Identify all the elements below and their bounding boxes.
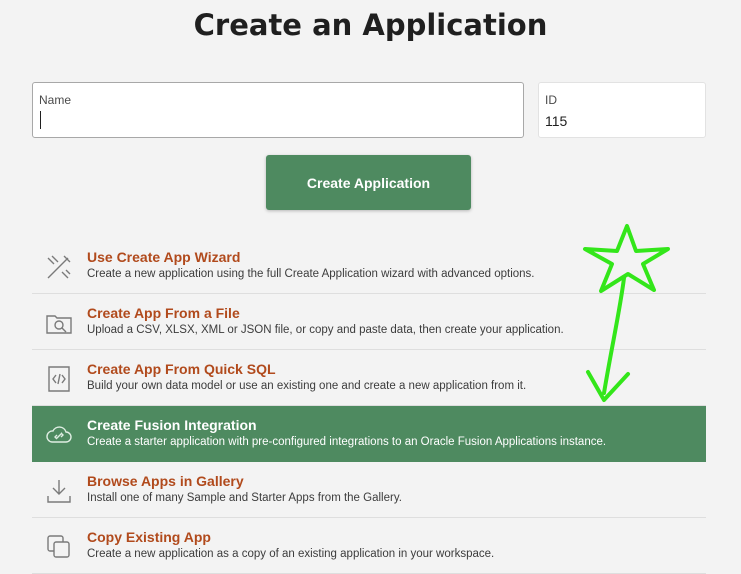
option-copy-existing-app[interactable]: Copy Existing App Create a new applicati…	[32, 518, 706, 574]
cloud-link-icon	[44, 420, 74, 450]
option-title: Copy Existing App	[87, 529, 211, 545]
folder-search-icon	[44, 308, 74, 338]
option-description: Upload a CSV, XLSX, XML or JSON file, or…	[87, 324, 564, 336]
option-create-fusion-integration[interactable]: Create Fusion Integration Create a start…	[32, 406, 706, 462]
option-title: Create App From Quick SQL	[87, 361, 276, 377]
name-field[interactable]: Name	[32, 82, 524, 138]
create-options-list: Use Create App Wizard Create a new appli…	[32, 238, 706, 574]
create-application-button[interactable]: Create Application	[266, 155, 471, 210]
option-title: Create Fusion Integration	[87, 417, 257, 433]
page-title: Create an Application	[193, 8, 548, 42]
download-icon	[44, 476, 74, 506]
option-title: Create App From a File	[87, 305, 240, 321]
code-icon	[44, 364, 74, 394]
option-description: Create a new application using the full …	[87, 268, 535, 280]
option-create-app-from-quick-sql[interactable]: Create App From Quick SQL Build your own…	[32, 350, 706, 406]
option-description: Create a starter application with pre-co…	[87, 436, 607, 448]
wizard-icon	[44, 252, 74, 282]
id-field[interactable]: ID	[538, 82, 706, 138]
option-description: Install one of many Sample and Starter A…	[87, 492, 402, 504]
id-input[interactable]	[545, 110, 697, 132]
option-browse-apps-in-gallery[interactable]: Browse Apps in Gallery Install one of ma…	[32, 462, 706, 518]
name-input[interactable]	[39, 110, 515, 132]
option-title: Use Create App Wizard	[87, 249, 241, 265]
name-label: Name	[39, 93, 72, 107]
option-description: Build your own data model or use an exis…	[87, 380, 527, 392]
option-create-app-wizard[interactable]: Use Create App Wizard Create a new appli…	[32, 238, 706, 294]
id-label: ID	[545, 93, 557, 107]
option-description: Create a new application as a copy of an…	[87, 548, 495, 560]
copy-icon	[44, 532, 74, 562]
option-title: Browse Apps in Gallery	[87, 473, 244, 489]
option-create-app-from-file[interactable]: Create App From a File Upload a CSV, XLS…	[32, 294, 706, 350]
